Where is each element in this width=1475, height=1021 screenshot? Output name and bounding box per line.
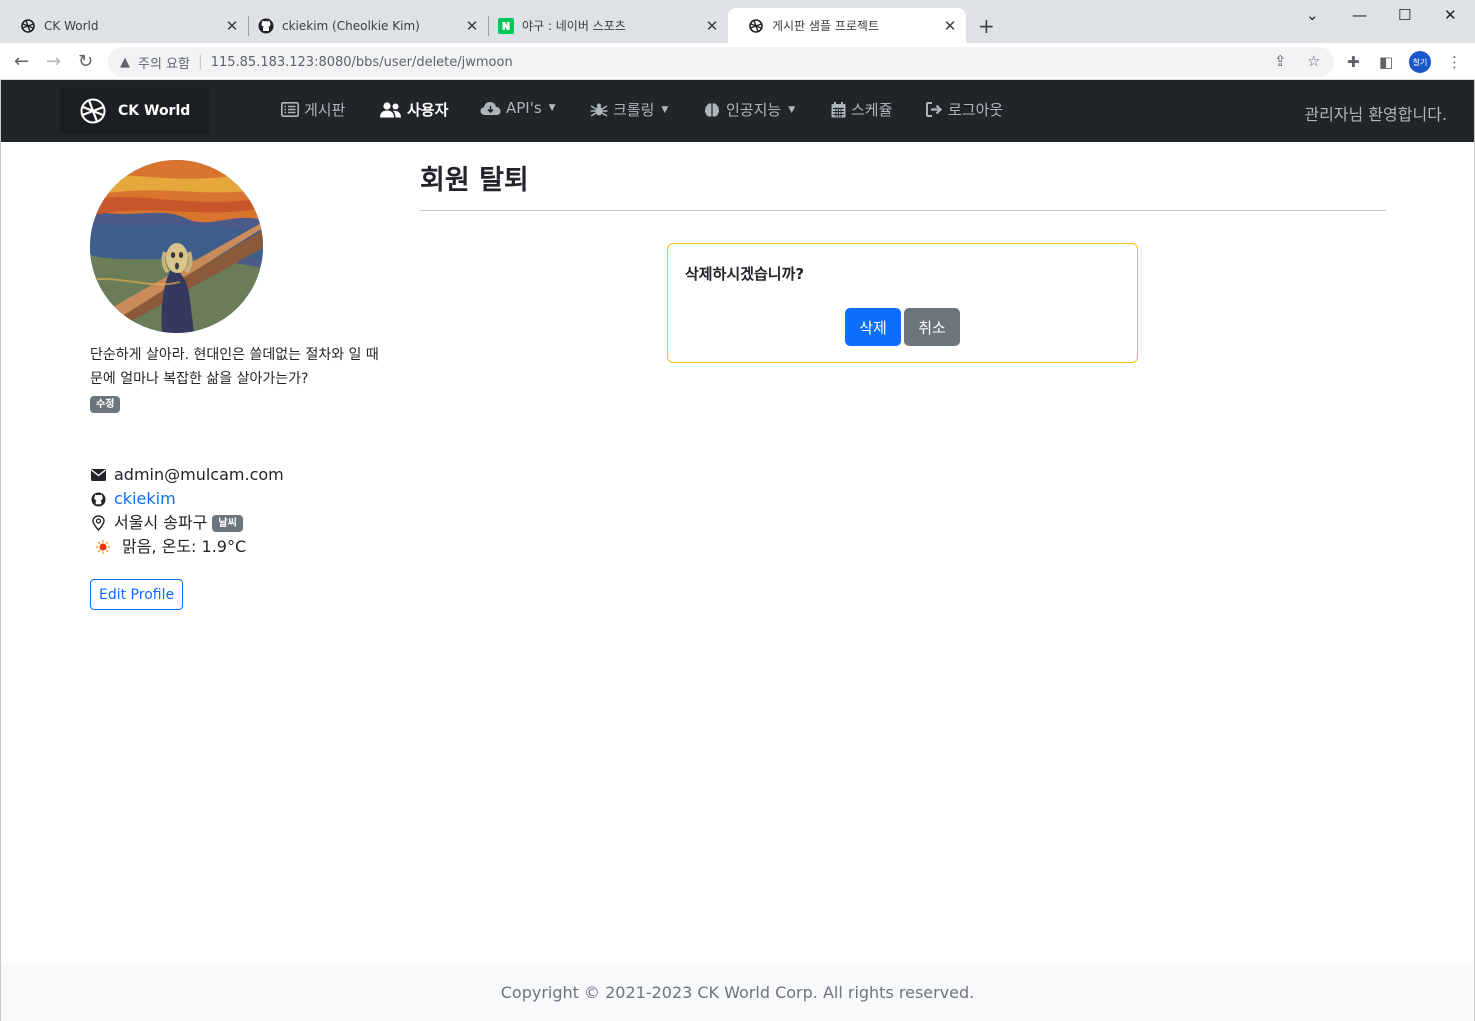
maximize-icon[interactable]: ☐ [1398, 6, 1411, 24]
brand-name: CK World [118, 103, 191, 119]
new-tab-icon[interactable]: + [978, 14, 995, 38]
browser-tab[interactable]: ckiekim (Cheolkie Kim) ✕ [238, 8, 488, 43]
profile-info: admin@mulcam.com ckiekim 서울시 송파구 날씨 맑음, … [90, 463, 284, 559]
minimize-icon[interactable]: — [1352, 6, 1367, 24]
edit-profile-button[interactable]: Edit Profile [90, 579, 184, 610]
bookmark-star-icon[interactable]: ☆ [1307, 52, 1320, 70]
back-arrow-icon[interactable]: ← [14, 51, 29, 72]
security-label[interactable]: 주의 요함 [138, 53, 190, 72]
list-icon [281, 102, 299, 118]
cloud-icon [480, 100, 501, 116]
title-divider [420, 210, 1386, 211]
logout-icon [925, 102, 943, 118]
users-icon [380, 101, 402, 118]
url-text[interactable]: 115.85.183.123:8080/bbs/user/delete/jwmo… [211, 55, 513, 70]
brand-logo[interactable]: CK World [60, 88, 210, 134]
edit-bio-badge[interactable]: 수정 [90, 396, 121, 413]
address-bar[interactable]: ▲ 주의 요함 | 115.85.183.123:8080/bbs/user/d… [108, 47, 1334, 77]
tab-title: 게시판 샘플 프로젝트 [772, 19, 879, 33]
envelope-icon [90, 469, 106, 481]
copyright-text: Copyright © 2021-2023 CK World Corp. All… [500, 983, 975, 1002]
tab-title: CK World [44, 18, 99, 33]
weather-row: 맑음, 온도: 1.9°C [90, 535, 284, 559]
extensions-puzzle-icon[interactable]: ✚ [1347, 53, 1360, 71]
delete-confirm-card: 삭제하시겠습니까? 삭제 취소 [667, 243, 1138, 363]
confirm-question: 삭제하시겠습니까? [685, 265, 805, 283]
nav-item-ai[interactable]: 인공지능 ▼ [703, 99, 795, 120]
nav-label: API's [506, 99, 542, 117]
email-row: admin@mulcam.com [90, 463, 284, 487]
share-icon[interactable]: ⇪ [1274, 52, 1287, 70]
globe-favicon-icon [748, 18, 764, 34]
weather-text: 맑음, 온도: 1.9°C [122, 537, 247, 556]
nav-item-board[interactable]: 게시판 [281, 99, 345, 120]
tab-search-chevron-icon[interactable]: ⌄ [1306, 6, 1319, 24]
nav-item-users[interactable]: 사용자 [380, 99, 448, 120]
nav-item-schedule[interactable]: 스케쥴 [831, 99, 892, 120]
sun-icon [90, 539, 116, 555]
welcome-message: 관리자님 환영합니다. [1304, 105, 1447, 124]
kebab-menu-icon[interactable]: ⋮ [1447, 53, 1462, 71]
github-row: ckiekim [90, 487, 284, 511]
page-footer: Copyright © 2021-2023 CK World Corp. All… [0, 963, 1475, 1021]
tab-close-icon[interactable]: ✕ [940, 17, 960, 35]
github-link[interactable]: ckiekim [114, 487, 176, 511]
tab-close-icon[interactable]: ✕ [702, 17, 722, 35]
window-border-left [0, 80, 1, 1021]
nav-item-crawling[interactable]: 크롤링 ▼ [590, 99, 668, 120]
location-row: 서울시 송파구 날씨 [90, 511, 284, 535]
chevron-down-icon: ▼ [548, 103, 556, 113]
app-navbar: CK World 게시판 사용자 API's ▼ 크롤링 ▼ 인공지능 ▼ 스케… [0, 80, 1475, 142]
nav-label: 게시판 [304, 101, 346, 119]
nav-label: 인공지능 [726, 101, 782, 119]
nav-label: 사용자 [407, 101, 449, 119]
tab-title: ckiekim (Cheolkie Kim) [282, 18, 420, 33]
cancel-button[interactable]: 취소 [904, 308, 960, 346]
forward-arrow-icon[interactable]: → [46, 51, 61, 72]
close-window-icon[interactable]: ✕ [1444, 6, 1457, 24]
location-text: 서울시 송파구 [114, 513, 208, 532]
nav-label: 크롤링 [613, 101, 655, 119]
browser-tab[interactable]: 야구 : 네이버 스포츠 ✕ [478, 8, 728, 43]
globe-logo-icon [80, 98, 106, 124]
reload-icon[interactable]: ↻ [78, 51, 93, 72]
map-pin-icon [90, 515, 106, 531]
email-text: admin@mulcam.com [114, 465, 284, 484]
nav-label: 스케쥴 [851, 101, 893, 119]
address-divider: | [197, 54, 203, 70]
browser-tab[interactable]: CK World ✕ [0, 8, 248, 43]
nav-label: 로그아웃 [948, 101, 1004, 119]
browser-tab-active[interactable]: 게시판 샘플 프로젝트 ✕ [728, 8, 966, 43]
globe-favicon-icon [20, 18, 36, 34]
profile-avatar-image [90, 160, 263, 333]
weather-badge[interactable]: 날씨 [212, 514, 243, 532]
profile-avatar[interactable]: 철기 [1409, 51, 1431, 73]
chevron-down-icon: ▼ [788, 104, 796, 115]
the-scream-painting-icon [90, 160, 263, 333]
bio-text: 단순하게 살아라. 현대인은 쓸데없는 절차와 일 때문에 얼마나 복잡한 삶을… [90, 347, 379, 387]
naver-favicon-icon [498, 17, 514, 34]
delete-button[interactable]: 삭제 [845, 308, 901, 346]
nav-item-apis[interactable]: API's ▼ [480, 99, 556, 117]
calendar-icon [831, 101, 846, 118]
github-favicon-icon [258, 18, 274, 34]
spider-icon [590, 102, 608, 118]
browser-tab-bar: CK World ✕ ckiekim (Cheolkie Kim) ✕ 야구 :… [0, 0, 1475, 43]
github-icon [90, 491, 106, 507]
warning-triangle-icon[interactable]: ▲ [120, 55, 130, 70]
chevron-down-icon: ▼ [661, 104, 669, 115]
profile-bio: 단순하게 살아라. 현대인은 쓸데없는 절차와 일 때문에 얼마나 복잡한 삶을… [90, 343, 390, 415]
nav-item-logout[interactable]: 로그아웃 [925, 99, 1003, 120]
browser-toolbar: ← → ↻ ▲ 주의 요함 | 115.85.183.123:8080/bbs/… [0, 43, 1475, 80]
tab-title: 야구 : 네이버 스포츠 [522, 19, 626, 33]
side-panel-icon[interactable]: ◧ [1379, 53, 1393, 71]
page-title: 회원 탈퇴 [420, 165, 529, 196]
brain-icon [703, 102, 721, 118]
